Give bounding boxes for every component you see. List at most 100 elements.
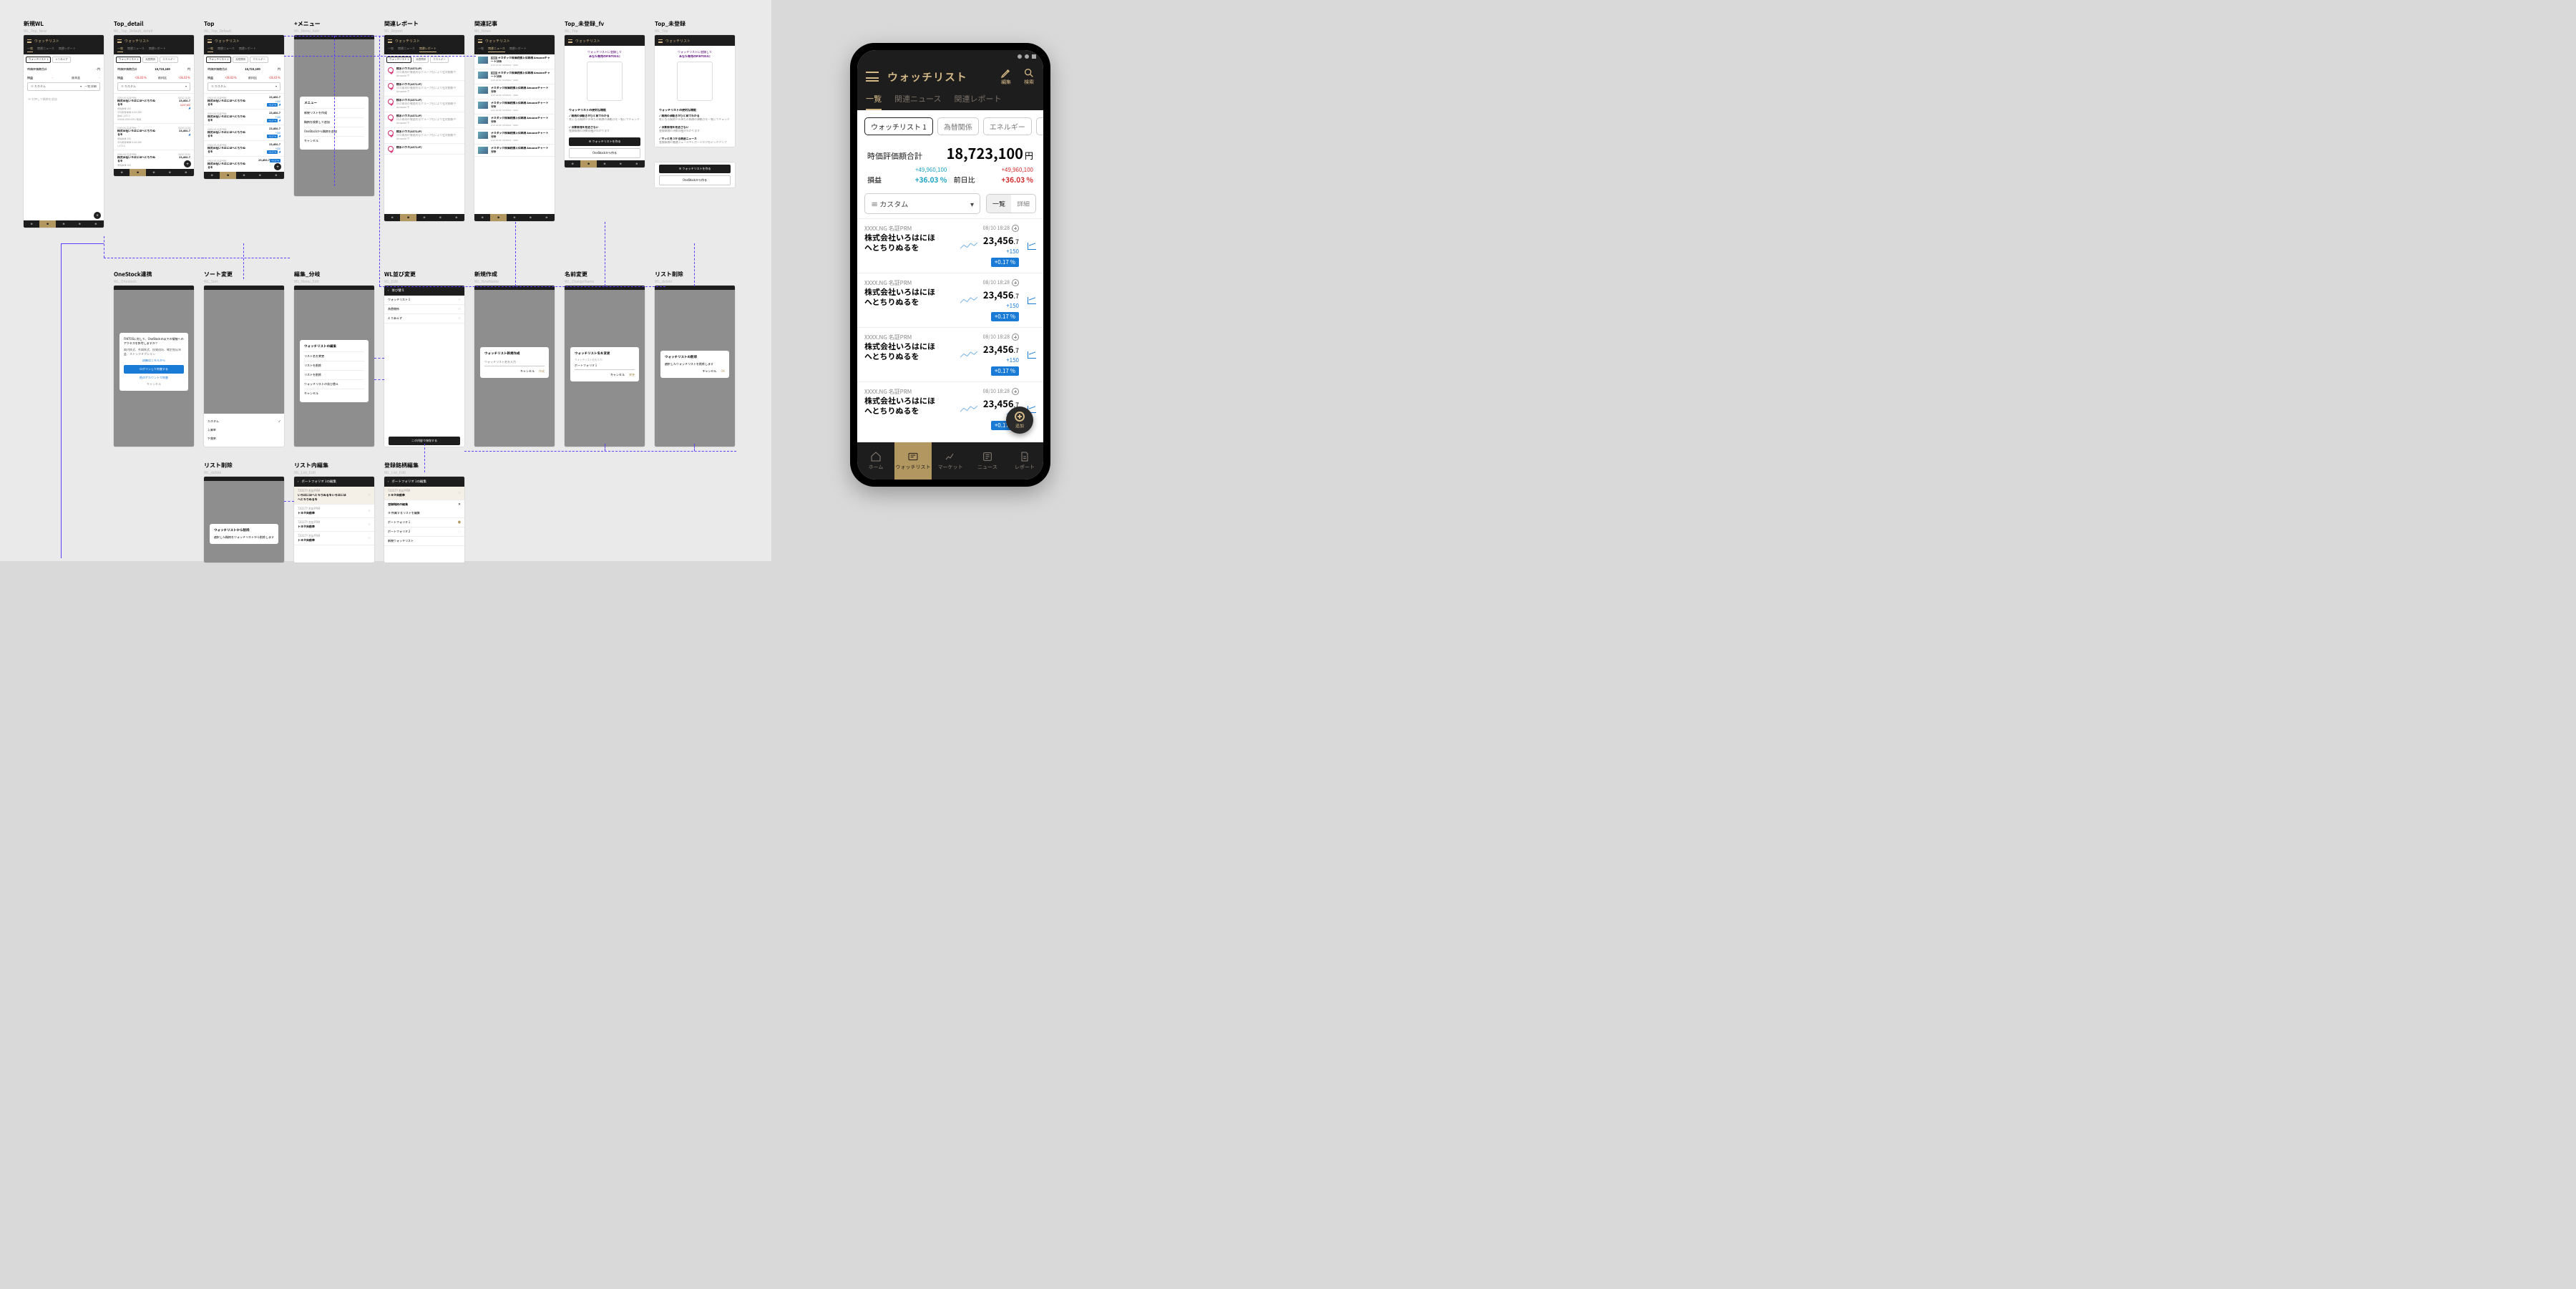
add-icon[interactable] (1012, 225, 1019, 232)
back-icon[interactable]: ‹ (388, 480, 389, 484)
burger-icon[interactable] (117, 39, 122, 43)
news-icon (982, 451, 993, 462)
sparkline-icon (960, 349, 977, 361)
prev-label: 前日比 (954, 174, 975, 185)
page-title: ウォッチリスト (887, 69, 992, 84)
item-pct-badge: +0.17 % (991, 258, 1019, 267)
add-icon[interactable] (1012, 334, 1019, 341)
thumb-new-wl: ウォッチリスト 一覧関連ニュース関連レポート ウォッチリスト 1とりあえず 時価… (24, 35, 104, 228)
list-item[interactable]: XXXX.NG 名証PRM株式会社いろはにほへとちりぬるを 08/10 18:2… (857, 327, 1043, 381)
tab-watchlist[interactable]: ウォッチリスト (894, 442, 932, 480)
tab-news[interactable]: ニュース (969, 442, 1006, 480)
add-icon[interactable] (1012, 279, 1019, 286)
chip-misc[interactable]: とりあえず (1036, 117, 1043, 135)
total-label: 時価評価額合計 (867, 150, 922, 162)
view-segment: 一覧 詳細 (986, 194, 1036, 213)
fab-add[interactable]: + (274, 163, 281, 170)
tab-home[interactable]: ホーム (857, 442, 894, 480)
chart-icon[interactable] (1028, 243, 1036, 250)
close-icon[interactable]: × (458, 502, 461, 507)
rename-input[interactable] (575, 362, 635, 370)
app-header: ウォッチリスト 編集 検索 一覧 関連ニュース (857, 63, 1043, 110)
burger-icon[interactable] (388, 39, 392, 43)
pencil-icon (1000, 67, 1012, 79)
frame-rename: 名前変更 WL_ChangeName ウォッチリスト名を変更 ウォッチリスト名を… (565, 271, 645, 447)
status-dot-icon (1025, 54, 1029, 59)
fab-add[interactable]: + (94, 212, 101, 219)
frame-reorder: WL並び変更 WL_Edit ‹並び替え ウォッチリスト 1 ≡ 為替関係 ≡ … (384, 271, 464, 447)
tab-news[interactable]: 関連ニュース (894, 93, 941, 110)
status-bar (857, 50, 1043, 63)
news-thumb (478, 57, 488, 64)
frame-news: 関連記事 WL_News ウォッチリスト 一覧関連ニュース関連レポート NRI … (474, 20, 555, 221)
fab-add[interactable]: 追加 (1006, 407, 1033, 434)
seg-list[interactable]: 一覧 (987, 195, 1011, 213)
frame-top-detail: Top_detail WL_Top_Default_detail ウォッチリスト… (114, 20, 194, 176)
chevron-down-icon: ▾ (970, 198, 974, 209)
create-name-input[interactable] (484, 359, 545, 366)
burger-icon[interactable] (866, 72, 879, 82)
frame-top: Top WL_Top_Default ウォッチリスト 一覧関連ニュース関連レポー… (204, 20, 284, 179)
item-timestamp: 08/10 18:28 (983, 225, 1010, 232)
flow-canvas: 新規WL WL_Top_New ウォッチリスト 一覧関連ニュース関連レポート ウ… (0, 0, 771, 561)
frame-stock-edit: 登録銘柄編集 WL_List_Edit ‹ポートフォリオ 1の編集 7203.T… (384, 462, 464, 563)
sort-row: ≡ カスタム ▾ 一覧 詳細 (857, 189, 1043, 218)
home-icon (388, 67, 394, 73)
frame-onestock: OneStock連携 WL_Onestock FINTOSに対して、OneSto… (114, 271, 194, 447)
frame-create: 新規作成 WL_NewName ウォッチリスト新規作成 キャンセル作成 (474, 271, 555, 447)
prev-value: +49,960,100 +36.03 % (1001, 166, 1033, 185)
back-icon[interactable]: ‹ (388, 288, 389, 293)
frame-unreg: Top_未登録 WL_Top ウォッチリスト ウォッチリストに登録して あなた専… (655, 20, 735, 188)
burger-icon[interactable] (27, 39, 31, 43)
list-item[interactable]: XXXX.NG 名証PRM 株式会社いろはにほへとちりぬるを 08/10 18:… (857, 218, 1043, 273)
tab-reports[interactable]: 関連レポート (954, 93, 1001, 110)
burger-icon[interactable] (208, 39, 212, 43)
frame-delete2: リスト削除 WL_delete ウォッチリストから削除 選択した銘柄をウォッチリ… (204, 462, 284, 563)
tab-report[interactable]: レポート (1006, 442, 1043, 480)
sort-select[interactable]: ≡ カスタム ▾ (864, 193, 980, 214)
pnl-value: +49,960,100 +36.03 % (915, 166, 947, 185)
chip-watchlist-1[interactable]: ウォッチリスト 1 (864, 117, 933, 135)
chart-icon[interactable] (1028, 297, 1036, 304)
app-screen: ウォッチリスト 編集 検索 一覧 関連ニュース (857, 50, 1043, 480)
frame-subtitle: WL_Top_New (24, 29, 104, 34)
item-name: 株式会社いろはにほへとちりぬるを (864, 233, 955, 253)
device-frame: ウォッチリスト 編集 検索 一覧 関連ニュース (850, 43, 1050, 487)
list-item[interactable]: XXXX.NG 名証PRM株式会社いろはにほへとちりぬるを 08/10 18:2… (857, 273, 1043, 327)
burger-icon[interactable] (478, 39, 482, 43)
status-dot-icon (1018, 54, 1022, 59)
market-icon (945, 451, 956, 462)
status-square-icon (1032, 54, 1036, 59)
totals-panel: 時価評価額合計 18,723,100円 損益 +49,960,100 +36.0… (857, 135, 1043, 189)
add-icon[interactable] (1012, 388, 1019, 395)
chip-energy[interactable]: エネルギー (983, 117, 1032, 135)
sort-icon: ≡ (871, 198, 879, 209)
item-price: 23,456.7 (983, 233, 1019, 247)
seg-detail[interactable]: 詳細 (1011, 195, 1035, 213)
pnl-label: 損益 (867, 174, 882, 185)
sparkline-icon (960, 240, 977, 252)
watchlist-chips: ウォッチリスト 1 為替関係 エネルギー とりあえず (857, 110, 1043, 135)
tab-list[interactable]: 一覧 (866, 93, 882, 110)
frame-new-wl: 新規WL WL_Top_New ウォッチリスト 一覧関連ニュース関連レポート ウ… (24, 20, 104, 228)
promo-hero (587, 62, 623, 101)
chart-icon[interactable] (1028, 351, 1036, 359)
chip-fx[interactable]: 為替関係 (937, 117, 979, 135)
header-tabs: 一覧 関連ニュース 関連レポート (866, 93, 1035, 110)
frame-unreg-fv: Top_未登録_fv WL_Top ウォッチリスト ウォッチリストに登録して あ… (565, 20, 645, 167)
tab-market[interactable]: マーケット (932, 442, 969, 480)
drag-icon[interactable]: ≡ (458, 298, 461, 302)
sparkline-icon (960, 295, 977, 306)
frame-delete: リスト削除 WL_delete ウォッチリストの削除 選択したウォッチリストを削… (655, 271, 735, 447)
watchlist-icon (907, 451, 919, 462)
edit-button[interactable]: 編集 (1000, 67, 1012, 86)
bottom-tabbar: ホーム ウォッチリスト マーケット ニュース レポート (857, 442, 1043, 480)
fab-add[interactable]: + (184, 160, 191, 167)
frame-list-edit: リスト内編集 WL_List_Edit ‹ポートフォリオ 1の編集 7203.T… (294, 462, 374, 563)
plus-icon (1015, 412, 1025, 422)
search-icon (1023, 67, 1035, 79)
frame-edit: 編集_分岐 WL_Menu_Edit ウォッチリストの編集 リスト名を変更 リス… (294, 271, 374, 447)
sparkline-icon (960, 404, 977, 415)
search-button[interactable]: 検索 (1023, 67, 1035, 86)
frame-reports: 関連レポート WL_Report ウォッチリスト 一覧関連ニュース関連レポート … (384, 20, 464, 221)
